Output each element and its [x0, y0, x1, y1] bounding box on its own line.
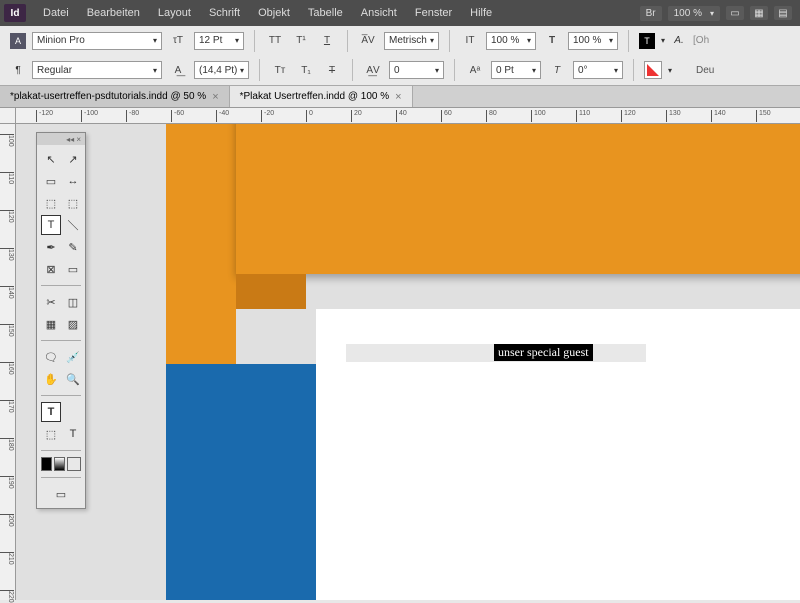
eyedropper-tool[interactable]: 💉: [63, 347, 83, 367]
screen-mode-icon[interactable]: ▦: [750, 6, 768, 20]
app-logo: Id: [4, 4, 26, 22]
font-size-icon: τT: [168, 32, 188, 50]
type-tool[interactable]: T: [41, 215, 61, 235]
vertical-ruler[interactable]: 100110120130140150160170180190200210220: [0, 124, 16, 600]
kerning-field[interactable]: Metrisch: [384, 32, 439, 50]
fill-stroke-toggle[interactable]: T: [41, 402, 61, 422]
char-format-icon[interactable]: A: [10, 33, 26, 49]
charstyle-icon[interactable]: A.: [671, 33, 687, 49]
content-placer-tool[interactable]: ⬚: [63, 193, 83, 213]
stroke-swatch[interactable]: [644, 61, 662, 79]
menu-hilfe[interactable]: Hilfe: [461, 7, 501, 19]
menu-bar: Id Datei Bearbeiten Layout Schrift Objek…: [0, 0, 800, 26]
pasteboard: 201 unser special guest: [126, 124, 800, 600]
orange-sidebar-shape[interactable]: [166, 124, 236, 364]
baseline-icon: Aᵃ: [465, 61, 485, 79]
screen-mode-tool[interactable]: ▭: [41, 484, 81, 504]
format-text-icon[interactable]: T: [63, 424, 83, 444]
font-style-dropdown[interactable]: Regular: [32, 61, 162, 79]
ruler-origin[interactable]: [0, 108, 16, 124]
tab-label: *plakat-usertreffen-psdtutorials.indd @ …: [10, 91, 206, 102]
strike-icon[interactable]: T: [322, 61, 342, 79]
hscale-field[interactable]: 100 %: [568, 32, 618, 50]
lang-label[interactable]: Deu: [696, 65, 714, 76]
selection-tool[interactable]: ↖: [41, 149, 61, 169]
line-tool[interactable]: ＼: [63, 215, 83, 235]
bridge-button[interactable]: Br: [640, 6, 662, 21]
hscale-icon: T: [542, 32, 562, 50]
arrange-icon[interactable]: ▤: [774, 6, 792, 20]
vscale-icon: IT: [460, 32, 480, 50]
free-transform-tool[interactable]: ◫: [63, 292, 83, 312]
view-mode-icon[interactable]: ▭: [726, 6, 744, 20]
format-container-icon[interactable]: ⬚: [41, 424, 61, 444]
chevron-down-icon[interactable]: ▾: [668, 66, 672, 75]
fill-swatch-icon[interactable]: T: [639, 33, 655, 49]
hand-tool[interactable]: ✋: [41, 369, 61, 389]
tools-panel: ◂◂ × ↖ ↗ ▭ ↔ ⬚ ⬚ T ＼ ✒ ✎ ⊠ ▭ ✂ ◫ ▦ ▨ 🗨 💉…: [36, 132, 86, 509]
para-format-icon[interactable]: ¶: [10, 62, 26, 78]
chevron-down-icon[interactable]: ▾: [661, 36, 665, 45]
apply-none[interactable]: [63, 402, 83, 422]
apply-gradient-swatch[interactable]: [54, 457, 65, 471]
apply-none-swatch[interactable]: [67, 457, 81, 471]
menu-datei[interactable]: Datei: [34, 7, 78, 19]
selected-text[interactable]: unser special guest: [494, 344, 593, 361]
underline-icon[interactable]: T: [317, 32, 337, 50]
apply-color-swatch[interactable]: [41, 457, 52, 471]
menu-bearbeiten[interactable]: Bearbeiten: [78, 7, 149, 19]
pencil-tool[interactable]: ✎: [63, 237, 83, 257]
tab-label: *Plakat Usertreffen.indd @ 100 %: [240, 91, 390, 102]
gradient-swatch-tool[interactable]: ▦: [41, 314, 61, 334]
leading-field[interactable]: (14,4 Pt): [194, 61, 249, 79]
document-canvas[interactable]: 201 unser special guest: [16, 124, 800, 600]
document-tabs: *plakat-usertreffen-psdtutorials.indd @ …: [0, 86, 800, 108]
kerning-icon: A̅V: [358, 32, 378, 50]
close-icon[interactable]: ×: [395, 91, 401, 103]
menu-tabelle[interactable]: Tabelle: [299, 7, 352, 19]
skew-field[interactable]: 0°: [573, 61, 623, 79]
content-collector-tool[interactable]: ⬚: [41, 193, 61, 213]
orange-fold-shape: [236, 274, 306, 309]
zoom-tool[interactable]: 🔍: [63, 369, 83, 389]
menu-schrift[interactable]: Schrift: [200, 7, 249, 19]
pen-tool[interactable]: ✒: [41, 237, 61, 257]
gradient-feather-tool[interactable]: ▨: [63, 314, 83, 334]
panel-collapse-icon[interactable]: ◂◂ ×: [37, 133, 85, 145]
menu-fenster[interactable]: Fenster: [406, 7, 461, 19]
leading-icon: A͟: [168, 61, 188, 79]
vscale-field[interactable]: 100 %: [486, 32, 536, 50]
close-icon[interactable]: ×: [212, 91, 218, 103]
gap-tool[interactable]: ↔: [63, 171, 83, 191]
tracking-icon: A͟V: [363, 61, 383, 79]
menu-objekt[interactable]: Objekt: [249, 7, 299, 19]
scissors-tool[interactable]: ✂: [41, 292, 61, 312]
direct-selection-tool[interactable]: ↗: [63, 149, 83, 169]
baseline-field[interactable]: 0 Pt: [491, 61, 541, 79]
allcaps-icon[interactable]: TT: [265, 32, 285, 50]
horizontal-ruler[interactable]: -120-100-80-60-40-2002040608010011012013…: [16, 108, 800, 124]
superscript-icon[interactable]: T¹: [291, 32, 311, 50]
tracking-field[interactable]: 0: [389, 61, 444, 79]
rectangle-tool[interactable]: ▭: [63, 259, 83, 279]
menu-ansicht[interactable]: Ansicht: [352, 7, 406, 19]
tab-plakat-psdtutorials[interactable]: *plakat-usertreffen-psdtutorials.indd @ …: [0, 86, 230, 107]
orange-banner-shape[interactable]: [236, 124, 800, 274]
smallcaps-icon[interactable]: Tᴛ: [270, 61, 290, 79]
page-tool[interactable]: ▭: [41, 171, 61, 191]
skew-icon: T: [547, 61, 567, 79]
tab-plakat-usertreffen[interactable]: *Plakat Usertreffen.indd @ 100 % ×: [230, 86, 413, 107]
overflow-label: [Oh: [693, 35, 713, 46]
note-tool[interactable]: 🗨: [41, 347, 61, 367]
blue-panel-shape[interactable]: [166, 364, 316, 600]
font-size-field[interactable]: 12 Pt: [194, 32, 244, 50]
control-panel: A Minion Pro τT 12 Pt TT T¹ T A̅V Metris…: [0, 26, 800, 86]
subscript-icon[interactable]: T₁: [296, 61, 316, 79]
menu-layout[interactable]: Layout: [149, 7, 200, 19]
font-family-dropdown[interactable]: Minion Pro: [32, 32, 162, 50]
rectangle-frame-tool[interactable]: ⊠: [41, 259, 61, 279]
zoom-dropdown[interactable]: 100 %: [668, 6, 720, 21]
